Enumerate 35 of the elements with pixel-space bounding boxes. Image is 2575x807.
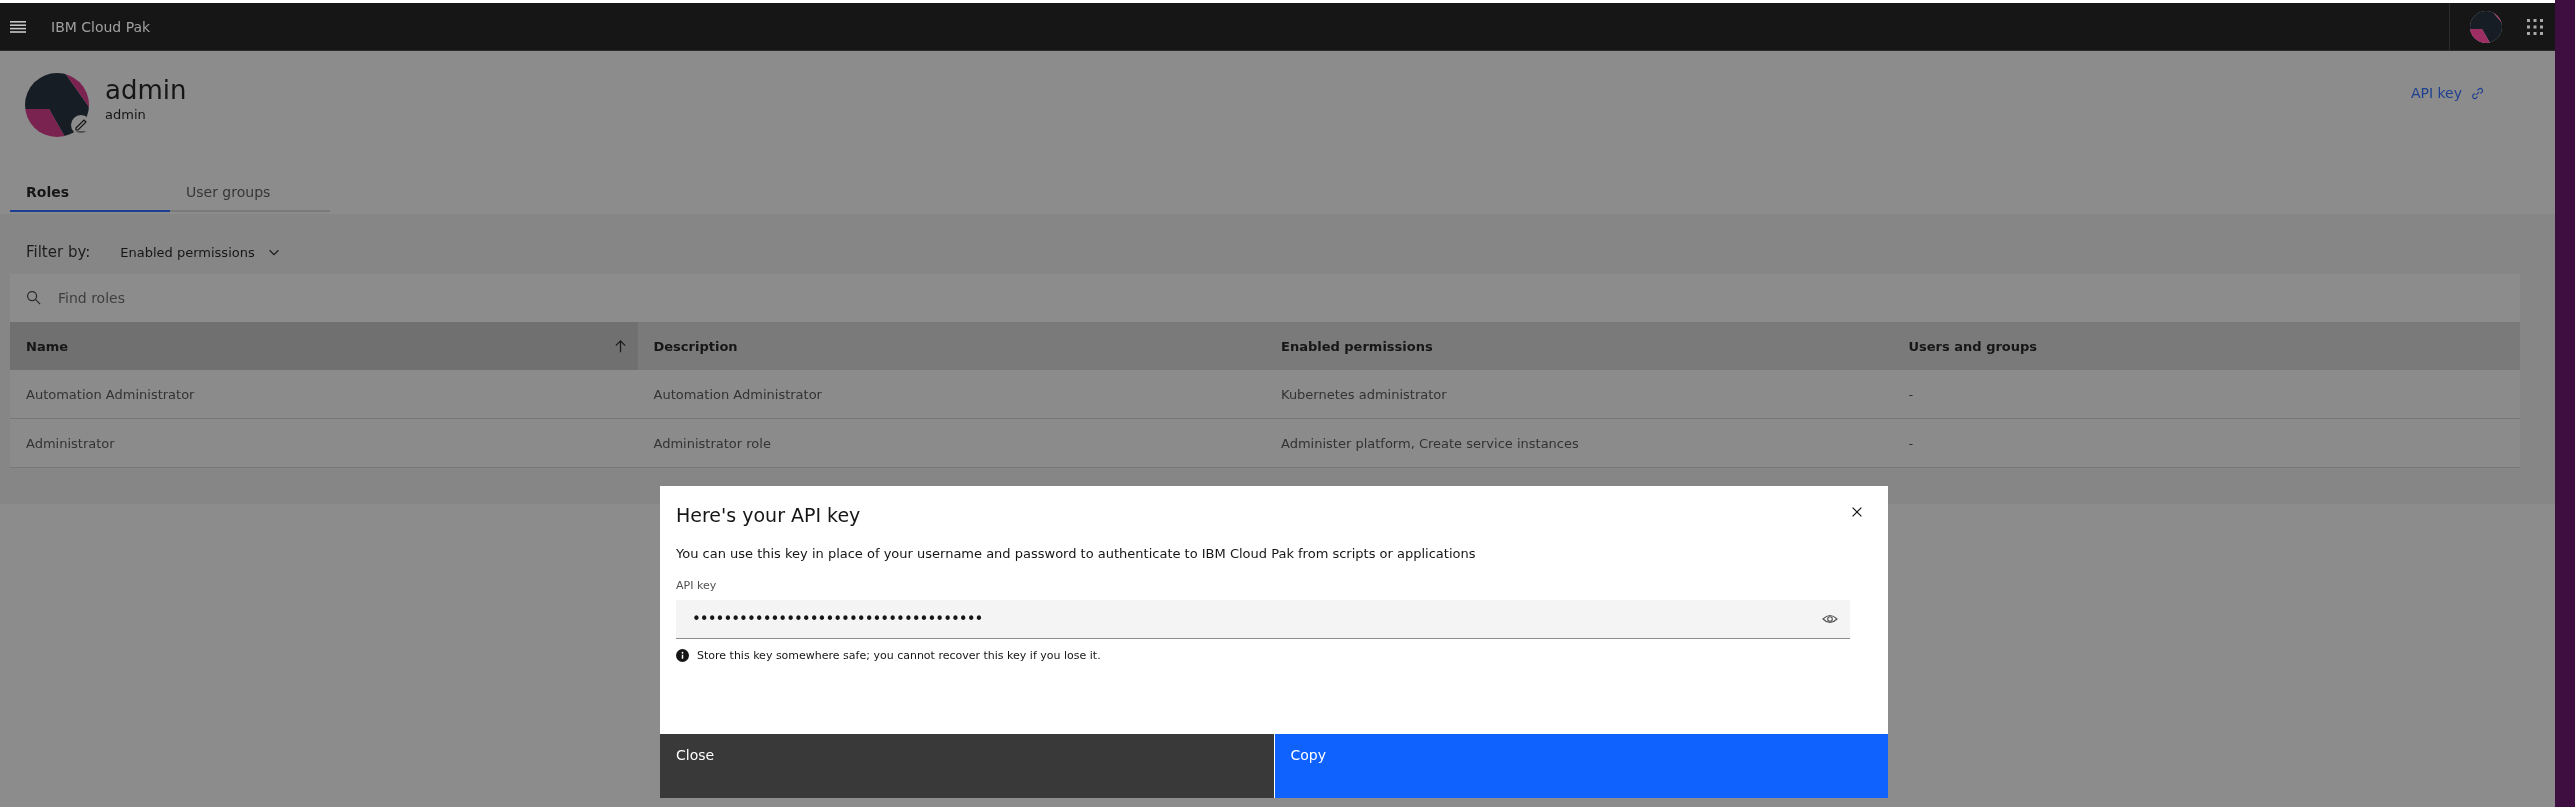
- table-cell-text: -: [1907, 434, 1915, 453]
- table-cell-text: Automation Administrator: [652, 385, 823, 404]
- info-icon: [676, 649, 689, 662]
- column-header[interactable]: Enabled permissions: [1265, 322, 1893, 370]
- menu-icon[interactable]: [10, 20, 26, 33]
- table-cell-text: Administrator role: [652, 434, 772, 453]
- tab[interactable]: User groups: [170, 176, 330, 212]
- column-header[interactable]: Description: [637, 322, 1265, 370]
- field-label: API key: [676, 579, 718, 592]
- table-cell-text: Administer platform, Create service instances: [1280, 434, 1580, 453]
- app-title: IBM Cloud Pak: [51, 18, 151, 35]
- filter-label: Filter by:: [26, 243, 91, 261]
- close-icon[interactable]: [1850, 505, 1864, 519]
- hint-text: Store this key somewhere safe; you cannot recover this key if you lose it.: [697, 649, 1101, 662]
- table-cell-text: Kubernetes administrator: [1280, 385, 1448, 404]
- tab[interactable]: Roles: [10, 176, 170, 212]
- column-header[interactable]: Users and groups: [1892, 322, 2520, 370]
- username: admin: [105, 107, 147, 122]
- avatar-icon: [25, 73, 89, 137]
- copy-button[interactable]: Copy: [1274, 734, 1888, 798]
- dialog-title: Here's your API key: [676, 504, 861, 526]
- table-cell-text: Automation Administrator: [25, 385, 196, 404]
- table-cell-text: -: [1907, 385, 1915, 404]
- search-field[interactable]: Find roles: [10, 274, 2520, 322]
- profile-name: admin: [105, 74, 187, 107]
- avatar-icon[interactable]: [2470, 10, 2502, 43]
- close-button[interactable]: Close: [660, 734, 1275, 798]
- filter-dropdown[interactable]: Enabled permissions: [120, 244, 281, 260]
- link-icon: [2470, 85, 2485, 101]
- app-switcher-icon[interactable]: [2527, 18, 2543, 35]
- api-key-link[interactable]: API key: [2410, 85, 2485, 101]
- api-key-field[interactable]: •••••••••••••••••••••••••••••••••••••: [676, 600, 1850, 639]
- dialog-text: You can use this key in place of your username and password to authenticate to IBM Cloud Pak from scripts or applications: [676, 546, 1477, 561]
- column-header[interactable]: Name: [10, 322, 638, 370]
- table-cell-text: Administrator: [25, 434, 116, 453]
